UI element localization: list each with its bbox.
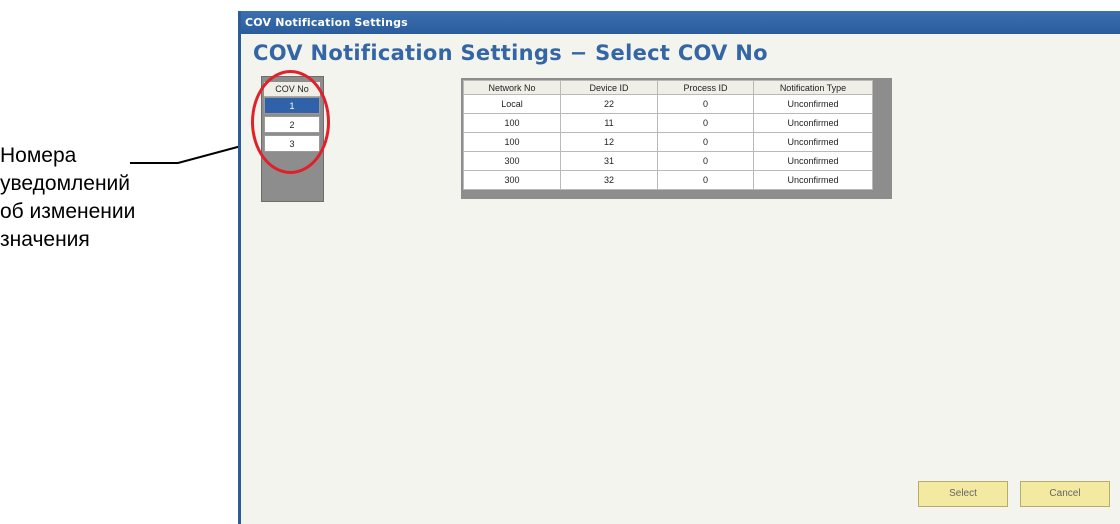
annotation-leader-line <box>130 140 261 164</box>
cov-list-header: COV No <box>264 82 320 97</box>
cov-item-2[interactable]: 2 <box>264 116 320 133</box>
cell-notification-type: Unconfirmed <box>753 132 873 152</box>
cell-network-no: 100 <box>463 113 561 133</box>
window-title-bar: COV Notification Settings <box>241 11 1120 34</box>
cell-notification-type: Unconfirmed <box>753 94 873 114</box>
cell-device-id: 31 <box>560 151 658 171</box>
page-title: COV Notification Settings − Select COV N… <box>253 41 768 65</box>
table-row[interactable]: 300 32 0 Unconfirmed <box>463 170 873 190</box>
annotation-line-3: об изменении <box>0 200 136 223</box>
table-row[interactable]: 100 11 0 Unconfirmed <box>463 113 873 133</box>
cell-notification-type: Unconfirmed <box>753 151 873 171</box>
cancel-button[interactable]: Cancel <box>1020 481 1110 507</box>
cell-device-id: 22 <box>560 94 658 114</box>
cell-process-id: 0 <box>657 94 754 114</box>
cell-process-id: 0 <box>657 132 754 152</box>
column-header-notification-type: Notification Type <box>753 80 873 95</box>
select-button[interactable]: Select <box>918 481 1008 507</box>
column-header-network-no: Network No <box>463 80 561 95</box>
cell-network-no: 300 <box>463 151 561 171</box>
cell-network-no: 100 <box>463 132 561 152</box>
cell-network-no: 300 <box>463 170 561 190</box>
cell-process-id: 0 <box>657 170 754 190</box>
cell-device-id: 32 <box>560 170 658 190</box>
cell-device-id: 11 <box>560 113 658 133</box>
notification-table: Network No Device ID Process ID Notifica… <box>463 80 873 190</box>
cell-notification-type: Unconfirmed <box>753 113 873 133</box>
cov-item-1[interactable]: 1 <box>264 97 320 114</box>
cov-item-3[interactable]: 3 <box>264 135 320 152</box>
cell-notification-type: Unconfirmed <box>753 170 873 190</box>
cell-device-id: 12 <box>560 132 658 152</box>
annotation-line-4: значения <box>0 228 90 251</box>
table-row[interactable]: 100 12 0 Unconfirmed <box>463 132 873 152</box>
table-header-row: Network No Device ID Process ID Notifica… <box>463 80 873 95</box>
cell-network-no: Local <box>463 94 561 114</box>
cell-process-id: 0 <box>657 113 754 133</box>
table-row[interactable]: 300 31 0 Unconfirmed <box>463 151 873 171</box>
cov-number-list: COV No 1 2 3 <box>261 76 324 202</box>
table-row[interactable]: Local 22 0 Unconfirmed <box>463 94 873 114</box>
cell-process-id: 0 <box>657 151 754 171</box>
app-window: COV Notification Settings COV Notificati… <box>238 11 1120 524</box>
column-header-process-id: Process ID <box>657 80 754 95</box>
column-header-device-id: Device ID <box>560 80 658 95</box>
notification-table-panel: Network No Device ID Process ID Notifica… <box>461 78 892 199</box>
